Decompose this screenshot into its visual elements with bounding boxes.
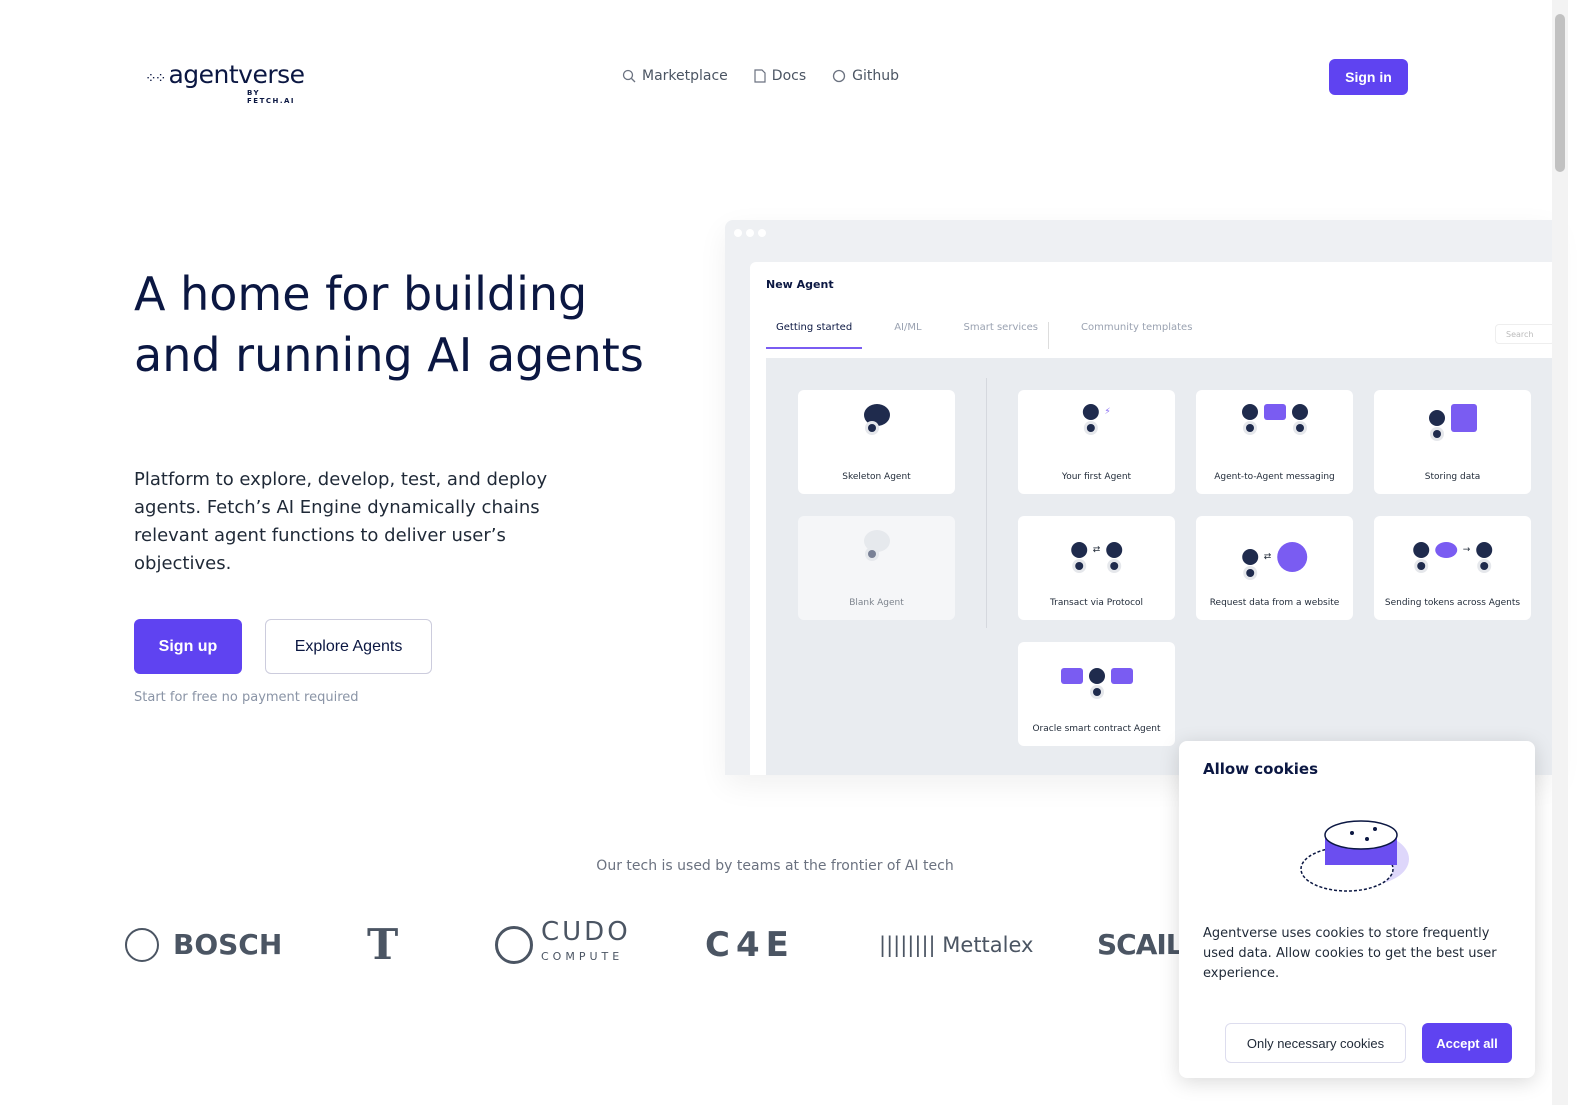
tab-community-templates: Community templates bbox=[1081, 322, 1193, 333]
mettalex-logo: |||||||| Mettalex bbox=[879, 932, 1034, 957]
document-icon bbox=[754, 69, 766, 83]
scrollbar-thumb[interactable] bbox=[1555, 14, 1565, 172]
hero-title: A home for building and running AI agent… bbox=[134, 267, 644, 382]
cookie-title: Allow cookies bbox=[1203, 760, 1318, 778]
template-card: Agent-to-Agent messaging bbox=[1196, 390, 1353, 494]
telekom-logo: T bbox=[367, 920, 399, 969]
logo-dots-icon: ⁘⁘ bbox=[145, 71, 167, 87]
template-card: Skeleton Agent bbox=[798, 390, 955, 494]
tab-ai-ml: AI/ML bbox=[894, 322, 922, 333]
preview-title: New Agent bbox=[766, 278, 834, 291]
accept-all-cookies-button[interactable]: Accept all bbox=[1422, 1023, 1512, 1063]
template-card: ⇄ Request data from a website bbox=[1196, 516, 1353, 620]
main-nav: Marketplace Docs Github bbox=[622, 68, 899, 84]
tab-getting-started: Getting started bbox=[766, 322, 863, 349]
preview-search: Search bbox=[1495, 324, 1555, 344]
cookie-dialog: Allow cookies Agentverse uses cookies to… bbox=[1179, 741, 1535, 1078]
search-icon bbox=[622, 69, 636, 83]
cookie-illustration-icon bbox=[1300, 820, 1409, 892]
template-card: Blank Agent bbox=[798, 516, 955, 620]
template-card: ⇄ Transact via Protocol bbox=[1018, 516, 1175, 620]
sign-up-button[interactable]: Sign up bbox=[134, 619, 242, 674]
cookie-body: Agentverse uses cookies to store frequen… bbox=[1203, 926, 1497, 981]
nav-marketplace[interactable]: Marketplace bbox=[622, 68, 728, 84]
free-note: Start for free no payment required bbox=[134, 690, 359, 705]
scrollbar[interactable] bbox=[1552, 0, 1568, 1105]
product-preview: New Agent Getting started AI/ML Smart se… bbox=[725, 220, 1555, 775]
bosch-logo: BOSCH bbox=[125, 927, 367, 962]
sign-in-button[interactable]: Sign in bbox=[1329, 59, 1408, 95]
agentverse-logo[interactable]: ⁘⁘ agentverse BY FETCH.AI bbox=[145, 60, 305, 105]
template-card: → Sending tokens across Agents bbox=[1374, 516, 1531, 620]
cudo-compute-logo: CUDO COMPUTE bbox=[495, 919, 705, 967]
preview-tabs: Getting started AI/ML Smart services Com… bbox=[766, 322, 1202, 349]
nav-docs[interactable]: Docs bbox=[754, 68, 806, 84]
template-card: ⚡ Your first Agent bbox=[1018, 390, 1175, 494]
template-card: Oracle smart contract Agent bbox=[1018, 642, 1175, 746]
template-card: Storing data bbox=[1374, 390, 1531, 494]
scail-logo: SCAIL bbox=[1097, 928, 1184, 961]
partner-logos: BOSCH T CUDO COMPUTE C4E |||||||| Mettale… bbox=[125, 919, 1184, 969]
github-icon bbox=[832, 69, 846, 83]
nav-github[interactable]: Github bbox=[832, 68, 899, 84]
c4e-logo: C4E bbox=[705, 924, 795, 965]
tab-smart-services: Smart services bbox=[954, 322, 1050, 349]
template-grid: Skeleton Agent Blank Agent ⚡ Your first A… bbox=[766, 358, 1555, 775]
only-necessary-cookies-button[interactable]: Only necessary cookies bbox=[1225, 1023, 1406, 1063]
hero-subtitle: Platform to explore, develop, test, and … bbox=[134, 469, 548, 574]
explore-agents-button[interactable]: Explore Agents bbox=[265, 619, 432, 674]
